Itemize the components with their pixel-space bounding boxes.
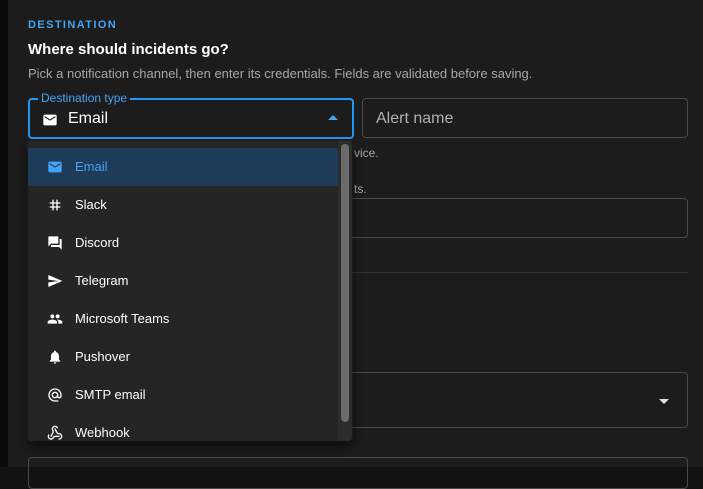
bottom-input[interactable]	[28, 457, 688, 489]
chat-bubbles-icon	[48, 236, 62, 250]
menu-item-label: Pushover	[75, 349, 130, 364]
menu-item-label: Discord	[75, 235, 120, 250]
destination-type-select[interactable]: Destination type Email	[28, 91, 354, 139]
section-subtitle: Pick a notification channel, then enter …	[28, 66, 533, 81]
menu-item-discord[interactable]: Discord	[28, 224, 338, 262]
alert-name-helper-text: vice.	[354, 146, 379, 160]
menu-item-label: Email	[75, 159, 108, 174]
menu-item-label: SMTP email	[75, 387, 146, 402]
people-icon	[47, 314, 63, 324]
at-sign-icon	[48, 388, 62, 402]
alert-name-input[interactable]	[374, 108, 668, 130]
send-icon	[48, 275, 63, 287]
menu-item-label: Webhook	[75, 425, 130, 440]
menu-item-label: Microsoft Teams	[75, 311, 170, 326]
destination-type-menu: Email Slack Discord Telegram Microsoft T	[28, 141, 352, 441]
credential-input[interactable]	[300, 198, 688, 238]
menu-item-pushover[interactable]: Pushover	[28, 338, 338, 376]
hash-icon	[49, 199, 61, 211]
secondary-select[interactable]	[300, 372, 688, 428]
section-title: Where should incidents go?	[28, 41, 229, 58]
left-edge-strip	[0, 0, 8, 467]
menu-item-microsoft-teams[interactable]: Microsoft Teams	[28, 300, 338, 338]
menu-item-slack[interactable]: Slack	[28, 186, 338, 224]
destination-type-value: Email	[68, 110, 109, 127]
menu-item-label: Slack	[75, 197, 107, 212]
bell-icon	[49, 350, 61, 364]
email-icon	[43, 114, 57, 126]
menu-item-telegram[interactable]: Telegram	[28, 262, 338, 300]
email-icon	[48, 161, 62, 173]
destination-type-label: Destination type	[38, 91, 131, 105]
section-label: DESTINATION	[28, 19, 118, 31]
menu-item-label: Telegram	[75, 273, 129, 288]
menu-scrollbar[interactable]	[338, 141, 352, 441]
menu-item-email[interactable]: Email	[28, 148, 338, 186]
caret-up-icon	[328, 115, 338, 120]
section-divider	[300, 272, 688, 273]
webhook-icon	[47, 425, 63, 440]
alert-name-field[interactable]	[362, 98, 688, 138]
scrollbar-thumb[interactable]	[341, 144, 349, 422]
credential-helper-text: ts.	[354, 182, 367, 196]
menu-item-webhook[interactable]: Webhook	[28, 414, 338, 441]
menu-list: Email Slack Discord Telegram Microsoft T	[28, 148, 338, 441]
caret-down-icon	[659, 399, 669, 404]
menu-item-smtp-email[interactable]: SMTP email	[28, 376, 338, 414]
